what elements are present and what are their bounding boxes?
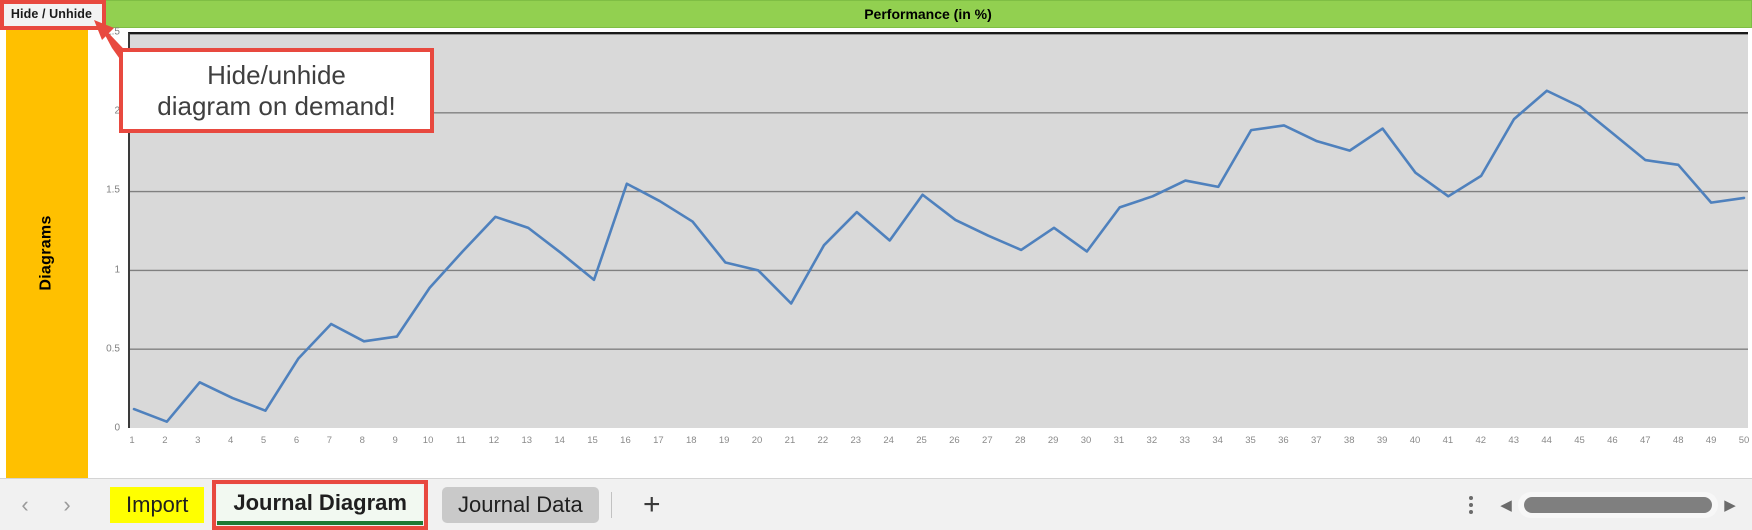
sheet-tab-journal-diagram-highlight: Journal Diagram (212, 479, 428, 530)
diagrams-sidebar-label: Diagrams (37, 215, 55, 291)
x-axis-tick-label: 6 (293, 435, 300, 446)
hide-unhide-button[interactable]: Hide / Unhide (0, 0, 104, 28)
x-axis-tick-label: 43 (1508, 435, 1519, 446)
x-axis-tick-label: 37 (1311, 435, 1322, 446)
tab-divider (610, 491, 612, 518)
x-axis-tick-label: 29 (1047, 435, 1059, 446)
x-axis-tick-label: 46 (1607, 435, 1618, 446)
y-axis-tick-label: 1.5 (106, 184, 120, 196)
x-axis-tick-label: 4 (228, 435, 234, 446)
x-axis-tick-label: 41 (1442, 435, 1454, 446)
y-axis-tick-label: 1 (114, 264, 120, 276)
x-axis-tick-label: 25 (916, 435, 927, 446)
x-axis-tick-label: 38 (1343, 435, 1355, 446)
kebab-dot (1469, 495, 1473, 500)
x-axis: 1 2 3 4 5 6 7 8 9 10 11 12 13 14 15 16 17 18 19 20 21 22 23 24 2… (128, 430, 1750, 454)
x-axis-tick-label: 30 (1080, 435, 1092, 446)
scrollbar-track[interactable] (1518, 491, 1718, 518)
spreadsheet-diagram-view: Hide / Unhide Performance (in %) Diagram… (0, 0, 1752, 530)
x-axis-tick-label: 10 (422, 435, 434, 446)
sheet-tab-bar: ‹ › Import Journal Diagram Journal Data … (0, 478, 1752, 530)
x-axis-tick-label: 45 (1574, 435, 1585, 446)
x-axis-tick-label: 2 (162, 435, 168, 446)
callout-hide-unhide: Hide/unhide diagram on demand! (119, 48, 434, 133)
x-axis-tick-label: 33 (1179, 435, 1191, 446)
x-axis-tick-label: 14 (554, 435, 565, 446)
horizontal-scrollbar[interactable]: ◀ ▶ (1494, 490, 1742, 520)
x-axis-tick-label: 39 (1376, 435, 1388, 446)
x-axis-tick-label: 32 (1146, 435, 1158, 446)
sheet-tab-journal-diagram[interactable]: Journal Diagram (217, 484, 423, 525)
x-axis-tick-label: 23 (850, 435, 862, 446)
x-axis-tick-label: 13 (521, 435, 533, 446)
x-axis-tick-label: 17 (653, 435, 664, 446)
x-axis-tick-label: 15 (587, 435, 598, 446)
x-axis-tick-label: 35 (1245, 435, 1256, 446)
scroll-right-icon[interactable]: ▶ (1718, 490, 1742, 520)
x-axis-tick-label: 48 (1672, 435, 1684, 446)
x-axis-tick-label: 28 (1014, 435, 1026, 446)
performance-header-title: Performance (in %) (104, 0, 1752, 28)
x-axis-tick-label: 16 (620, 435, 631, 446)
callout-line-2: diagram on demand! (157, 90, 396, 121)
x-axis-tick-label: 8 (359, 435, 365, 446)
previous-sheet-icon[interactable]: ‹ (4, 485, 46, 525)
callout-line-1: Hide/unhide (207, 59, 346, 90)
x-axis-tick-label: 11 (456, 435, 466, 446)
kebab-dot (1469, 502, 1473, 507)
x-axis-tick-label: 50 (1738, 435, 1750, 446)
x-axis-tick-label: 40 (1409, 435, 1421, 446)
scrollbar-thumb[interactable] (1524, 496, 1712, 513)
x-axis-tick-label: 19 (718, 435, 730, 446)
x-axis-tick-label: 12 (488, 435, 500, 446)
x-axis-tick-label: 42 (1475, 435, 1487, 446)
x-axis-tick-label: 5 (260, 435, 267, 446)
sheet-tab-import[interactable]: Import (110, 486, 205, 523)
x-axis-tick-label: 21 (784, 435, 796, 446)
x-axis-tick-label: 27 (982, 435, 993, 446)
x-axis-tick-label: 9 (392, 435, 398, 446)
sheet-tab-journal-data[interactable]: Journal Data (441, 486, 599, 523)
scroll-left-icon[interactable]: ◀ (1494, 490, 1518, 520)
x-axis-tick-label: 7 (326, 435, 333, 446)
y-axis-tick-label: 0.5 (106, 343, 120, 355)
x-axis-tick-label: 49 (1705, 435, 1717, 446)
x-axis-tick-label: 18 (685, 435, 697, 446)
more-options-icon[interactable] (1458, 488, 1484, 522)
top-bar: Hide / Unhide Performance (in %) (0, 0, 1752, 28)
x-axis-tick-label: 34 (1212, 435, 1223, 446)
x-axis-tick-label: 20 (751, 435, 763, 446)
x-axis-tick-label: 1 (129, 435, 135, 446)
x-axis-tick-label: 24 (883, 435, 894, 446)
kebab-dot (1469, 509, 1473, 514)
x-axis-tick-label: 31 (1113, 435, 1125, 446)
y-axis-tick-label: 0 (114, 422, 120, 434)
next-sheet-icon[interactable]: › (46, 485, 88, 525)
x-axis-tick-label: 22 (817, 435, 829, 446)
x-axis-tick-label: 47 (1640, 435, 1651, 446)
x-axis-tick-label: 3 (195, 435, 201, 446)
x-axis-tick-label: 44 (1541, 435, 1552, 446)
diagrams-sidebar[interactable]: Diagrams (6, 28, 88, 478)
x-axis-tick-label: 36 (1278, 435, 1289, 446)
add-sheet-button[interactable]: + (628, 485, 676, 525)
x-axis-tick-label: 26 (949, 435, 960, 446)
